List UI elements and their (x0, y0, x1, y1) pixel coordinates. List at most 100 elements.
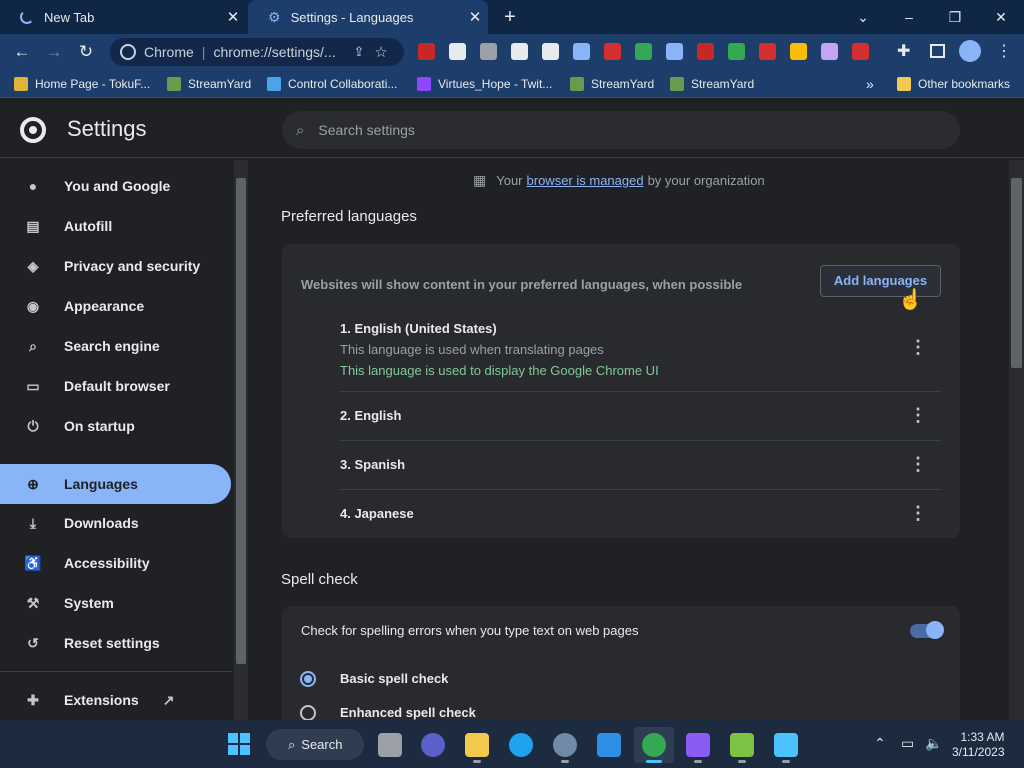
bookmark-item[interactable]: Control Collaborati... (267, 73, 397, 95)
person-icon: ● (28, 178, 38, 194)
language-row: 3. Spanish ⋮ (340, 454, 941, 475)
more-actions-icon[interactable]: ⋮ (909, 405, 927, 426)
extension-icon[interactable] (542, 43, 559, 60)
other-bookmarks-label: Other bookmarks (918, 77, 1011, 91)
sidebar-item-default-browser[interactable]: ▭ Default browser (0, 366, 231, 406)
language-row: 1. English (United States) This language… (340, 321, 941, 378)
back-button[interactable]: ← (9, 40, 35, 64)
gear-icon: ⚙ (268, 8, 281, 25)
store-icon[interactable] (597, 733, 621, 757)
share-icon[interactable]: ⇪ (353, 44, 364, 60)
menu-kebab-icon[interactable]: ⋮ (996, 41, 1012, 61)
extension-icon[interactable] (728, 43, 745, 60)
network-icon[interactable]: ▭ (901, 735, 914, 752)
tab-new-tab[interactable]: New Tab ✕ (0, 0, 246, 34)
windows-start-icon[interactable] (228, 733, 250, 755)
more-bookmarks-chevron[interactable]: » (866, 73, 874, 95)
close-tab-icon[interactable]: ✕ (220, 8, 246, 26)
task-view-icon[interactable] (378, 733, 402, 757)
sidebar-item-autofill[interactable]: ▤ Autofill (0, 206, 231, 246)
bookmark-item[interactable]: StreamYard (167, 73, 251, 95)
extension-icon[interactable] (759, 43, 776, 60)
visual-studio-icon[interactable] (686, 733, 710, 757)
other-bookmarks-folder[interactable]: Other bookmarks (897, 73, 1010, 95)
managed-link[interactable]: browser is managed (527, 173, 644, 188)
file-explorer-icon[interactable] (465, 733, 489, 757)
spell-check-toggle[interactable] (910, 621, 944, 639)
managed-notice: ▦ Your browser is managed by your organi… (473, 172, 765, 189)
taskbar-search[interactable]: ⌕ Search (266, 729, 364, 760)
bookmark-item[interactable]: Virtues_Hope - Twit... (417, 73, 552, 95)
tray-chevron-icon[interactable]: ⌃ (874, 735, 886, 752)
extension-icon[interactable] (790, 43, 807, 60)
minimize-button[interactable]: – (886, 4, 932, 30)
sidebar-item-system[interactable]: ⚒ System (0, 583, 231, 623)
sidebar-item-search-engine[interactable]: ⌕ Search engine (0, 326, 231, 366)
extension-icon[interactable] (604, 43, 621, 60)
extensions-puzzle-icon[interactable]: ✚ (897, 41, 910, 61)
basic-spell-check-radio[interactable] (300, 671, 316, 687)
extension-icon[interactable] (697, 43, 714, 60)
extension-icon[interactable] (635, 43, 652, 60)
language-name: 3. Spanish (340, 457, 406, 472)
side-panel-icon[interactable] (930, 44, 945, 58)
extension-icon[interactable] (852, 43, 869, 60)
game-icon[interactable] (730, 733, 754, 757)
sidebar-item-accessibility[interactable]: ♿ Accessibility (0, 543, 231, 583)
search-icon: ⌕ (296, 121, 305, 139)
site-info-icon[interactable] (120, 44, 136, 60)
address-bar[interactable]: Chrome | chrome://settings/... ⇪ ☆ (110, 38, 404, 66)
chat-icon[interactable] (421, 733, 445, 757)
power-icon: ⏻ (27, 417, 39, 434)
tab-search-icon[interactable]: ⌄ (840, 4, 886, 30)
clock-time: 1:33 AM (960, 730, 1005, 744)
bookmark-item[interactable]: StreamYard (670, 73, 754, 95)
extension-icon[interactable] (666, 43, 683, 60)
new-tab-button[interactable]: + (498, 4, 522, 30)
bookmark-star-icon[interactable]: ☆ (374, 43, 387, 61)
forward-button[interactable]: → (41, 40, 67, 64)
extension-icon[interactable] (480, 43, 497, 60)
enhanced-spell-check-radio[interactable] (300, 705, 316, 721)
edge-icon[interactable] (509, 733, 533, 757)
sidebar-scrollbar-thumb[interactable] (236, 178, 246, 664)
sidebar-item-extensions[interactable]: ✚ Extensions ↗ (0, 680, 231, 720)
bookmark-item[interactable]: Home Page - TokuF... (14, 73, 150, 95)
language-ui-note: This language is used to display the Goo… (340, 363, 659, 378)
extension-icon[interactable] (573, 43, 590, 60)
extension-icon[interactable] (511, 43, 528, 60)
wrench-icon: ⚒ (26, 594, 40, 611)
more-actions-icon[interactable]: ⋮ (909, 454, 927, 475)
search-settings-input[interactable]: ⌕ Search settings (282, 111, 960, 149)
sidebar-item-on-startup[interactable]: ⏻ On startup (0, 406, 231, 446)
sidebar-item-privacy[interactable]: ◈ Privacy and security (0, 246, 231, 286)
omnibox-url[interactable]: chrome://settings/... (213, 44, 347, 60)
radio-label: Enhanced spell check (340, 705, 476, 720)
bookmark-label: Control Collaborati... (288, 77, 398, 91)
chrome-icon[interactable] (642, 733, 666, 757)
remote-desktop-icon[interactable] (774, 733, 798, 757)
main-scrollbar-thumb[interactable] (1011, 178, 1022, 368)
profile-avatar[interactable] (959, 40, 981, 62)
more-actions-icon[interactable]: ⋮ (909, 503, 927, 524)
extension-icon[interactable] (449, 43, 466, 60)
reload-button[interactable]: ↻ (73, 40, 99, 64)
tab-title: New Tab (44, 9, 95, 25)
sidebar-item-languages[interactable]: ⊕ Languages (0, 464, 231, 504)
sidebar-item-downloads[interactable]: ⤓ Downloads (0, 503, 231, 543)
tab-settings-languages[interactable]: ⚙ Settings - Languages ✕ (248, 0, 488, 34)
close-tab-icon[interactable]: ✕ (462, 8, 488, 26)
sidebar-item-you-and-google[interactable]: ● You and Google (0, 166, 231, 206)
extension-icon[interactable] (821, 43, 838, 60)
close-window-button[interactable]: ✕ (978, 4, 1024, 30)
more-actions-icon[interactable]: ⋮ (909, 337, 927, 358)
sidebar-item-appearance[interactable]: ◉ Appearance (0, 286, 231, 326)
bookmark-item[interactable]: StreamYard (570, 73, 654, 95)
settings-icon[interactable] (553, 733, 577, 757)
language-name: 4. Japanese (340, 506, 414, 521)
restore-button[interactable]: ❐ (932, 4, 978, 30)
extension-icon[interactable] (418, 43, 435, 60)
volume-icon[interactable]: 🔈 (925, 735, 942, 752)
clock[interactable]: 1:33 AM 3/11/2023 (952, 730, 1005, 760)
sidebar-item-reset-settings[interactable]: ↺ Reset settings (0, 623, 231, 663)
